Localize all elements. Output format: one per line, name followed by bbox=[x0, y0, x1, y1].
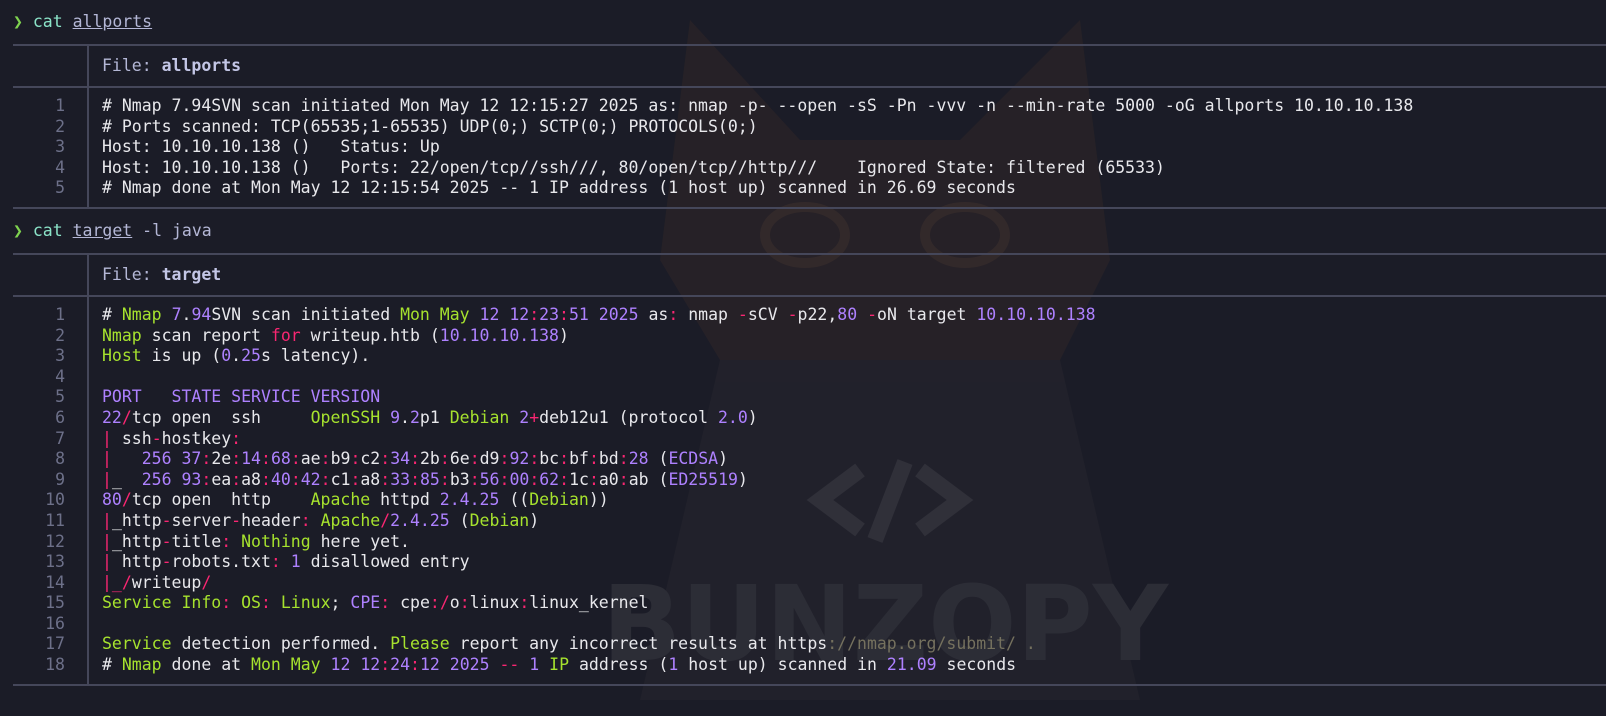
line-number: 6 bbox=[55, 407, 65, 427]
code-line: Service detection performed. Please repo… bbox=[102, 634, 1036, 654]
gutter bbox=[13, 46, 89, 86]
code-line: 80/tcp open http Apache httpd 2.4.25 ((D… bbox=[102, 490, 609, 510]
line-number: 2 bbox=[55, 116, 65, 136]
line-number: 18 bbox=[45, 655, 65, 675]
code-line: # Nmap done at Mon May 12 12:24:12 2025 … bbox=[102, 655, 1017, 675]
code-line: | ssh-hostkey: bbox=[102, 428, 242, 448]
line-number: 1 bbox=[55, 304, 65, 324]
line-number: 5 bbox=[55, 387, 65, 407]
line-number: 8 bbox=[55, 449, 65, 469]
line-number: 5 bbox=[55, 178, 65, 198]
line-number: 2 bbox=[55, 325, 65, 345]
code-line: |_http-title: Nothing here yet. bbox=[102, 531, 410, 551]
code-line: |_/writeup/ bbox=[102, 572, 212, 592]
code-line: # Nmap done at Mon May 12 12:15:54 2025 … bbox=[102, 178, 1016, 198]
command-name: cat bbox=[32, 12, 63, 31]
file-title: File: target bbox=[89, 255, 221, 295]
file-header: File: allports bbox=[0, 46, 1606, 86]
line-number: 16 bbox=[45, 613, 65, 633]
file-title: File: allports bbox=[89, 46, 241, 86]
code-line: |_ 256 93:ea:a8:40:42:c1:a8:33:85:b3:56:… bbox=[102, 469, 748, 489]
code-line: # Nmap 7.94SVN scan initiated Mon May 12… bbox=[102, 304, 1096, 324]
code-line: Host is up (0.25s latency). bbox=[102, 346, 371, 366]
line-number: 13 bbox=[45, 552, 65, 572]
line-number: 1 bbox=[55, 96, 65, 115]
prompt-chevron-icon: ❯ bbox=[13, 12, 23, 31]
terminal[interactable]: ❯ cat allports File: allports 12345 # Nm… bbox=[0, 0, 1606, 686]
prompt-line-1: ❯ cat allports bbox=[0, 0, 1606, 44]
command-flags: -l java bbox=[132, 220, 212, 240]
code-line: Service Info: OS: Linux; CPE: cpe:/o:lin… bbox=[102, 593, 649, 613]
line-numbers: 1 2 3 4 5 6 7 8 9 10 11 12 13 14 15 16 17 18 bbox=[13, 296, 89, 684]
code-line: 22/tcp open ssh OpenSSH 9.2p1 Debian 2+d… bbox=[102, 407, 758, 427]
code-line: # Nmap 7.94SVN scan initiated Mon May 12… bbox=[102, 96, 1414, 115]
command-arg-allports[interactable]: allports bbox=[73, 12, 152, 31]
line-number: 4 bbox=[55, 157, 65, 177]
line-number: 10 bbox=[45, 490, 65, 510]
line-number: 4 bbox=[55, 366, 65, 386]
code-line: PORT STATE SERVICE VERSION bbox=[102, 387, 381, 407]
divider bbox=[13, 683, 1606, 686]
line-numbers: 12345 bbox=[13, 88, 89, 207]
code-line: | 256 37:2e:14:68:ae:b9:c2:34:2b:6e:d9:9… bbox=[102, 449, 729, 469]
code-line: # Ports scanned: TCP(65535;1-65535) UDP(… bbox=[102, 116, 758, 136]
line-number: 12 bbox=[45, 531, 65, 551]
code-lines: # Nmap 7.94SVN scan initiated Mon May 12… bbox=[89, 88, 1413, 207]
file-header: File: target bbox=[0, 254, 1606, 295]
code-line: | http-robots.txt: 1 disallowed entry bbox=[102, 552, 470, 572]
command-name: cat bbox=[32, 220, 63, 240]
line-number: 14 bbox=[45, 572, 65, 592]
file-name: allports bbox=[161, 56, 242, 75]
file-label: File: bbox=[102, 264, 162, 284]
line-number: 11 bbox=[45, 510, 65, 530]
file-name: target bbox=[161, 264, 222, 284]
line-number: 15 bbox=[45, 593, 65, 613]
command-arg-target[interactable]: target bbox=[73, 221, 133, 240]
code-line: Host: 10.10.10.138 () Status: Up bbox=[102, 137, 440, 157]
line-number: 9 bbox=[55, 469, 65, 489]
code-line: Nmap scan report for writeup.htb (10.10.… bbox=[102, 325, 569, 345]
code-lines: # Nmap 7.94SVN scan initiated Mon May 12… bbox=[89, 297, 1096, 684]
line-number: 17 bbox=[45, 634, 65, 654]
file-content-target: 1 2 3 4 5 6 7 8 9 10 11 12 13 14 15 16 17 18 # Nmap 7.94S… bbox=[0, 296, 1606, 684]
code-line: |_http-server-header: Apache/2.4.25 (Deb… bbox=[102, 510, 540, 530]
prompt-chevron-icon: ❯ bbox=[13, 220, 23, 240]
code-line: Host: 10.10.10.138 () Ports: 22/open/tcp… bbox=[102, 157, 1165, 177]
line-number: 7 bbox=[55, 428, 65, 448]
prompt-line-2: ❯ cat target -l java bbox=[0, 209, 1606, 253]
line-number: 3 bbox=[55, 346, 65, 366]
gutter bbox=[13, 254, 89, 295]
file-label: File: bbox=[102, 56, 162, 75]
line-number: 3 bbox=[55, 137, 65, 157]
file-content-allports: 12345 # Nmap 7.94SVN scan initiated Mon … bbox=[0, 88, 1606, 207]
